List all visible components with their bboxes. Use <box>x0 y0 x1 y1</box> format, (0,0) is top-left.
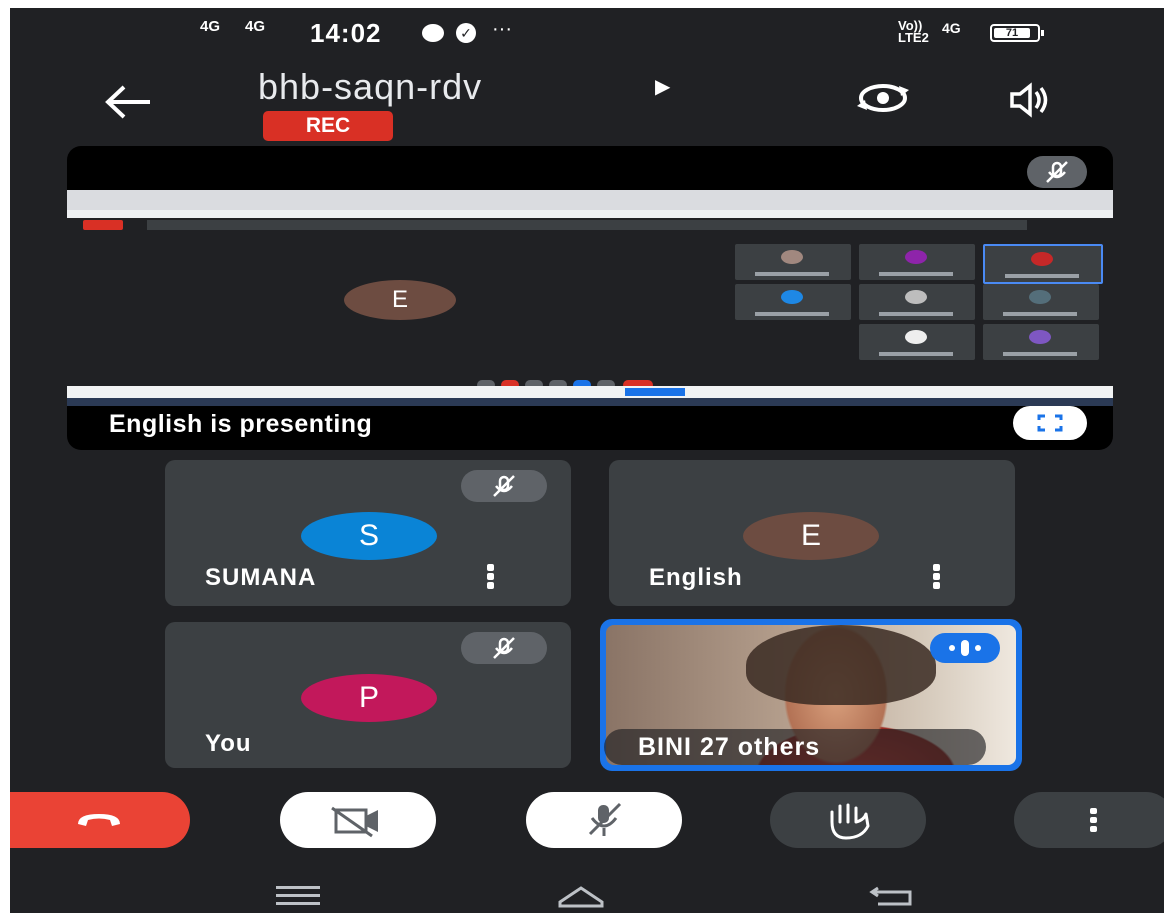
home-icon[interactable] <box>556 882 606 913</box>
volte-indicator: Vo)) LTE2 <box>898 19 929 45</box>
participant-name: English <box>649 564 743 591</box>
raise-hand-button[interactable] <box>770 792 926 848</box>
mic-muted-icon <box>461 470 547 502</box>
more-notifications: ··· <box>492 18 512 40</box>
participant-tile-english[interactable]: E English <box>609 460 1015 606</box>
presenting-caption: English is presenting <box>109 410 373 438</box>
presenter-avatar: E <box>344 280 456 320</box>
mic-muted-icon <box>461 632 547 664</box>
status-time: 14:02 <box>310 18 382 48</box>
chevron-right-icon[interactable]: ▶ <box>655 74 670 99</box>
end-call-button[interactable] <box>10 792 190 848</box>
participant-tile-video[interactable]: BINI 27 others <box>600 619 1022 771</box>
speaker-icon[interactable] <box>1008 80 1054 120</box>
battery-level: 71 <box>994 28 1030 39</box>
switch-camera-icon[interactable] <box>855 78 911 118</box>
more-options-button[interactable] <box>1014 792 1164 848</box>
more-vertical-icon[interactable] <box>933 564 941 590</box>
avatar-english: E <box>743 512 879 560</box>
status-bar: 4G 4G 14:02 ✓ ··· Vo)) LTE2 4G 71 <box>10 8 1164 56</box>
lte-label: LTE2 <box>898 30 929 45</box>
more-vertical-icon[interactable] <box>487 564 495 590</box>
participant-tile-you[interactable]: P You <box>165 622 571 768</box>
participant-tile-sumana[interactable]: S SUMANA <box>165 460 571 606</box>
arrow-left-icon[interactable] <box>102 82 154 122</box>
battery-icon: 71 <box>990 24 1044 42</box>
camera-off-button[interactable] <box>280 792 436 848</box>
mic-off-button[interactable] <box>526 792 682 848</box>
participant-name: BINI 27 others <box>604 729 986 765</box>
chat-bubble-icon <box>422 24 444 42</box>
speaking-indicator-icon <box>930 633 1000 663</box>
check-icon: ✓ <box>456 23 476 43</box>
participant-name: You <box>205 730 252 757</box>
signal-4g-1: 4G <box>200 18 221 35</box>
presentation-tile[interactable]: E English is presenting <box>67 146 1113 450</box>
meet-call-screen: 4G 4G 14:02 ✓ ··· Vo)) LTE2 4G 71 bhb-sa… <box>10 8 1164 913</box>
recent-apps-icon[interactable] <box>276 886 320 910</box>
shared-screen: E <box>67 190 1113 406</box>
meeting-code[interactable]: bhb-saqn-rdv <box>258 66 482 108</box>
signal-4g-2: 4G <box>245 18 266 35</box>
mic-muted-icon <box>1027 156 1087 188</box>
fullscreen-icon[interactable] <box>1013 406 1087 440</box>
back-icon[interactable] <box>868 882 918 913</box>
avatar-you: P <box>301 674 437 722</box>
recording-badge: REC <box>263 111 393 141</box>
signal-4g-3: 4G <box>942 20 961 36</box>
avatar-sumana: S <box>301 512 437 560</box>
system-nav-bar <box>10 868 1164 913</box>
participant-name: SUMANA <box>205 564 317 591</box>
